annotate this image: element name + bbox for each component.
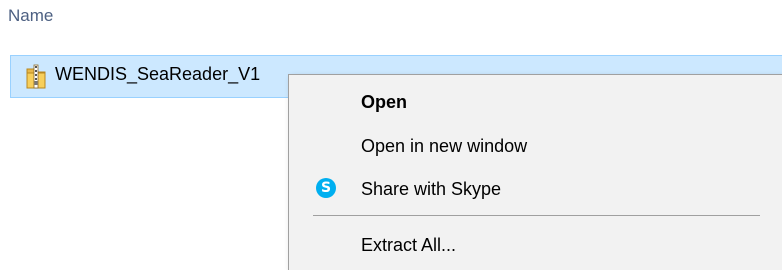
menu-item-label: Open xyxy=(361,92,408,112)
context-menu: Open Open in new window S Share with Sky… xyxy=(288,74,782,270)
file-name[interactable]: WENDIS_SeaReader_V1 xyxy=(55,64,260,85)
menu-item-open[interactable]: Open xyxy=(289,80,782,124)
menu-item-extract-all[interactable]: Extract All... xyxy=(289,223,782,267)
menu-separator xyxy=(313,215,760,216)
menu-item-label: Share with Skype xyxy=(361,179,502,199)
menu-item-share-with-skype[interactable]: S Share with Skype xyxy=(289,167,782,211)
name-column-header[interactable]: Name xyxy=(8,6,53,26)
menu-item-open-in-new-window[interactable]: Open in new window xyxy=(289,124,782,168)
menu-item-label: Extract All... xyxy=(361,235,457,255)
zip-folder-icon xyxy=(25,64,47,90)
skype-icon: S xyxy=(316,178,336,198)
menu-item-label: Open in new window xyxy=(361,136,528,156)
